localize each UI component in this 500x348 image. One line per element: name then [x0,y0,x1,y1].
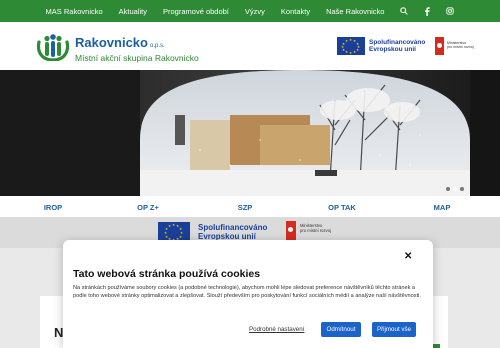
slider-dot[interactable] [460,187,464,191]
top-navigation: MAS Rakovnicko Aktuality Programové obdo… [0,0,500,22]
hero-slider-image [0,70,500,196]
mmr-label: Ministerstvo pro místní rozvoj [447,41,474,50]
eu-cofinanced-label: Spolufinancováno Evropskou unií [198,223,268,242]
nav-item-aktuality[interactable]: Aktuality [111,7,155,16]
cookie-dialog-title: Tato webová stránka používá cookies [73,268,261,280]
close-icon[interactable]: ✕ [404,251,412,262]
reject-cookies-button[interactable]: Odmítnout [321,322,361,337]
site-title[interactable]: Rakovnicko o.p.s. [75,35,165,50]
search-icon[interactable] [392,7,416,15]
section-heading: N [54,325,64,340]
nav-item-mas-rakovnicko[interactable]: MAS Rakovnicko [38,7,111,16]
eu-cofinanced-label: Spolufinancováno Evropskou unií [369,39,426,54]
tab-irop[interactable]: IROP [44,203,62,212]
accent-strip [432,344,440,348]
logo-icon[interactable] [36,33,70,62]
tab-szp[interactable]: SZP [238,203,253,212]
slider-pagination [446,187,464,191]
eu-flag-icon: ★★★★★★★★★★★★ [337,37,365,55]
nav-item-nase-rakovnicko[interactable]: Naše Rakovnicko [318,7,392,16]
instagram-icon[interactable] [438,7,462,15]
tab-op-z-plus[interactable]: OP Z+ [137,203,159,212]
tab-map[interactable]: MAP [434,203,451,212]
program-tabs: IROP OP Z+ SZP OP TAK MAP [0,196,500,218]
cookie-dialog-text: Na stránkách používáme soubory cookies (… [73,285,421,300]
site-subtitle: Místní akční skupina Rakovnicko [75,53,199,63]
facebook-icon[interactable] [416,6,438,16]
slider-dot[interactable] [446,187,450,191]
accept-all-cookies-button[interactable]: Přijmout vše [372,322,416,337]
nav-item-vyzvy[interactable]: Výzvy [237,7,273,16]
cookie-preferences-link[interactable]: Podrobné nastavení [249,326,304,333]
mmr-label: Ministerstvo pro místní rozvoj [300,223,331,234]
nav-item-programove-obdobi[interactable]: Programové období [155,7,237,16]
hero-scene [0,70,500,196]
nav-item-kontakty[interactable]: Kontakty [273,7,318,16]
mmr-emblem-icon [435,37,444,55]
slider-dot-active[interactable] [453,187,457,191]
tab-op-tak[interactable]: OP TAK [328,203,356,212]
